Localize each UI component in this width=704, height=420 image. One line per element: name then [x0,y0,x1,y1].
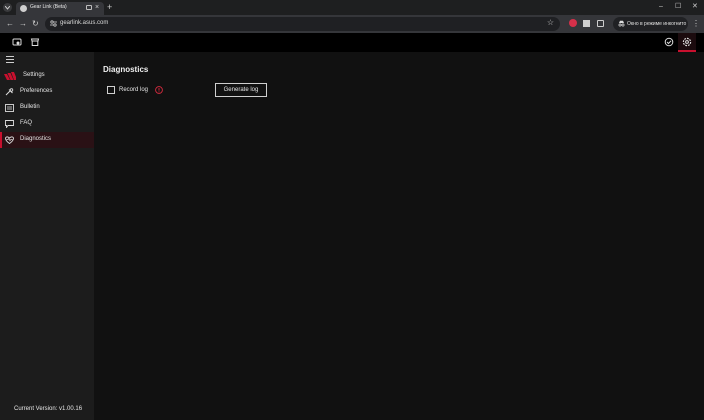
site-info-icon[interactable] [50,20,57,27]
browser-tab[interactable]: Gear Link (Beta) × [16,2,104,15]
sidebar-item-label: FAQ [20,120,33,126]
sidebar-brand: Settings [0,68,94,84]
settings-tab[interactable] [678,33,696,52]
version-label: Current Version: v1.00.16 [14,406,83,412]
info-icon[interactable] [155,86,163,94]
preferences-icon [5,88,14,96]
sidebar-item-faq[interactable]: FAQ [0,116,94,132]
sidebar-brand-label: Settings [23,72,45,78]
sidebar-item-bulletin[interactable]: Bulletin [0,100,94,116]
hamburger-menu-icon[interactable] [6,56,14,63]
diagnostics-icon [5,136,14,144]
url-text: gearlink.asus.com [60,20,109,26]
incognito-icon [618,20,625,27]
tab-close-icon[interactable]: × [95,3,99,13]
tab-search-icon[interactable] [3,3,12,12]
forward-button[interactable]: → [19,18,27,30]
device-icon[interactable] [12,37,22,47]
extension-puzzle-icon[interactable] [583,20,590,27]
sidebar-item-preferences[interactable]: Preferences [0,84,94,100]
sidebar-item-label: Preferences [20,88,53,94]
browser-tabstrip: Gear Link (Beta) × + – ☐ ✕ [0,0,704,15]
sidebar-item-diagnostics[interactable]: Diagnostics [0,132,94,148]
side-panel-icon[interactable] [597,20,604,27]
tab-title: Gear Link (Beta) [30,4,67,10]
bookmark-star-icon[interactable]: ☆ [547,18,554,27]
minimize-button[interactable]: – [659,1,663,13]
gear-icon [682,37,692,47]
incognito-indicator[interactable]: Окно в режиме инкогнито [613,17,688,31]
record-log-label[interactable]: Record log [119,87,148,93]
faq-icon [5,120,14,128]
rog-logo-icon [4,72,16,80]
split-view-icon[interactable] [86,5,92,10]
address-bar[interactable]: gearlink.asus.com ☆ [45,17,560,31]
back-button[interactable]: ← [6,18,14,30]
extension-icon[interactable] [569,19,577,27]
sidebar-item-label: Bulletin [20,104,40,110]
maximize-button[interactable]: ☐ [675,1,681,13]
asus-favicon-icon [20,5,27,12]
browser-toolbar: ← → ↻ gearlink.asus.com ☆ Окно в режиме … [0,15,704,33]
record-log-checkbox[interactable] [107,86,115,94]
bulletin-icon [5,104,14,112]
sidebar-item-label: Diagnostics [20,136,52,142]
sidebar: Settings Preferences Bulletin FAQ Diagno… [0,52,94,420]
browser-menu-icon[interactable]: ⋮ [692,18,700,30]
window-close-button[interactable]: ✕ [692,1,698,13]
incognito-label: Окно в режиме инкогнито [627,20,687,27]
generate-log-button[interactable]: Generate log [215,83,267,97]
store-icon[interactable] [30,37,40,47]
reload-button[interactable]: ↻ [32,18,39,30]
main-content: Diagnostics Record log Generate log [94,52,704,420]
page-title: Diagnostics [103,65,149,74]
new-tab-button[interactable]: + [107,1,112,13]
update-check-icon[interactable] [664,37,674,47]
app-header [0,33,704,52]
